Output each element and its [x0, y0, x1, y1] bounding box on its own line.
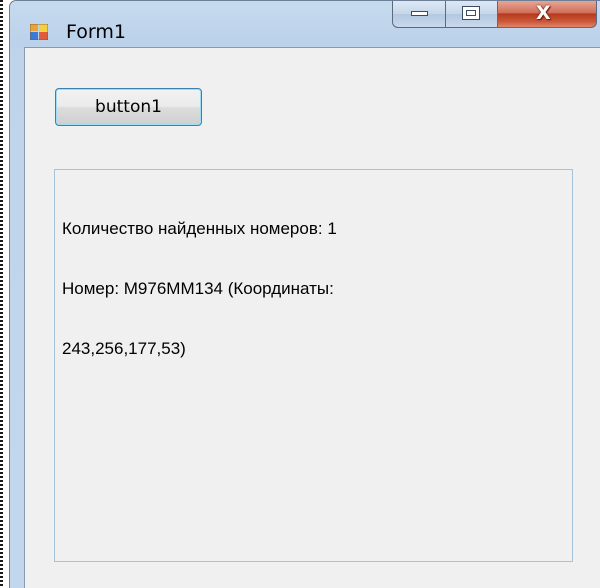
output-textbox[interactable]: Количество найденных номеров: 1 Номер: М…	[54, 169, 573, 562]
output-line-count: Количество найденных номеров: 1	[62, 219, 337, 238]
minimize-icon	[411, 11, 428, 16]
close-icon: X	[536, 2, 551, 24]
output-line-coords: 243,256,177,53)	[62, 339, 186, 358]
form-window: Form1 X button1 Количество найденных ном…	[9, 0, 600, 588]
maximize-icon	[462, 6, 480, 20]
screen: Form1 X button1 Количество найденных ном…	[0, 0, 600, 588]
winforms-form-icon[interactable]	[29, 23, 49, 41]
form-client-area: button1 Количество найденных номеров: 1 …	[24, 47, 600, 588]
window-title: Form1	[66, 21, 126, 43]
caption-buttons: X	[392, 1, 597, 28]
minimize-button[interactable]	[392, 1, 446, 28]
designer-dotted-edge	[0, 0, 3, 588]
maximize-button[interactable]	[446, 1, 498, 28]
button1[interactable]: button1	[55, 88, 202, 126]
close-button[interactable]: X	[498, 1, 597, 28]
title-bar[interactable]: Form1 X	[10, 1, 600, 47]
output-line-plate: Номер: М976ММ134 (Координаты:	[62, 279, 334, 298]
